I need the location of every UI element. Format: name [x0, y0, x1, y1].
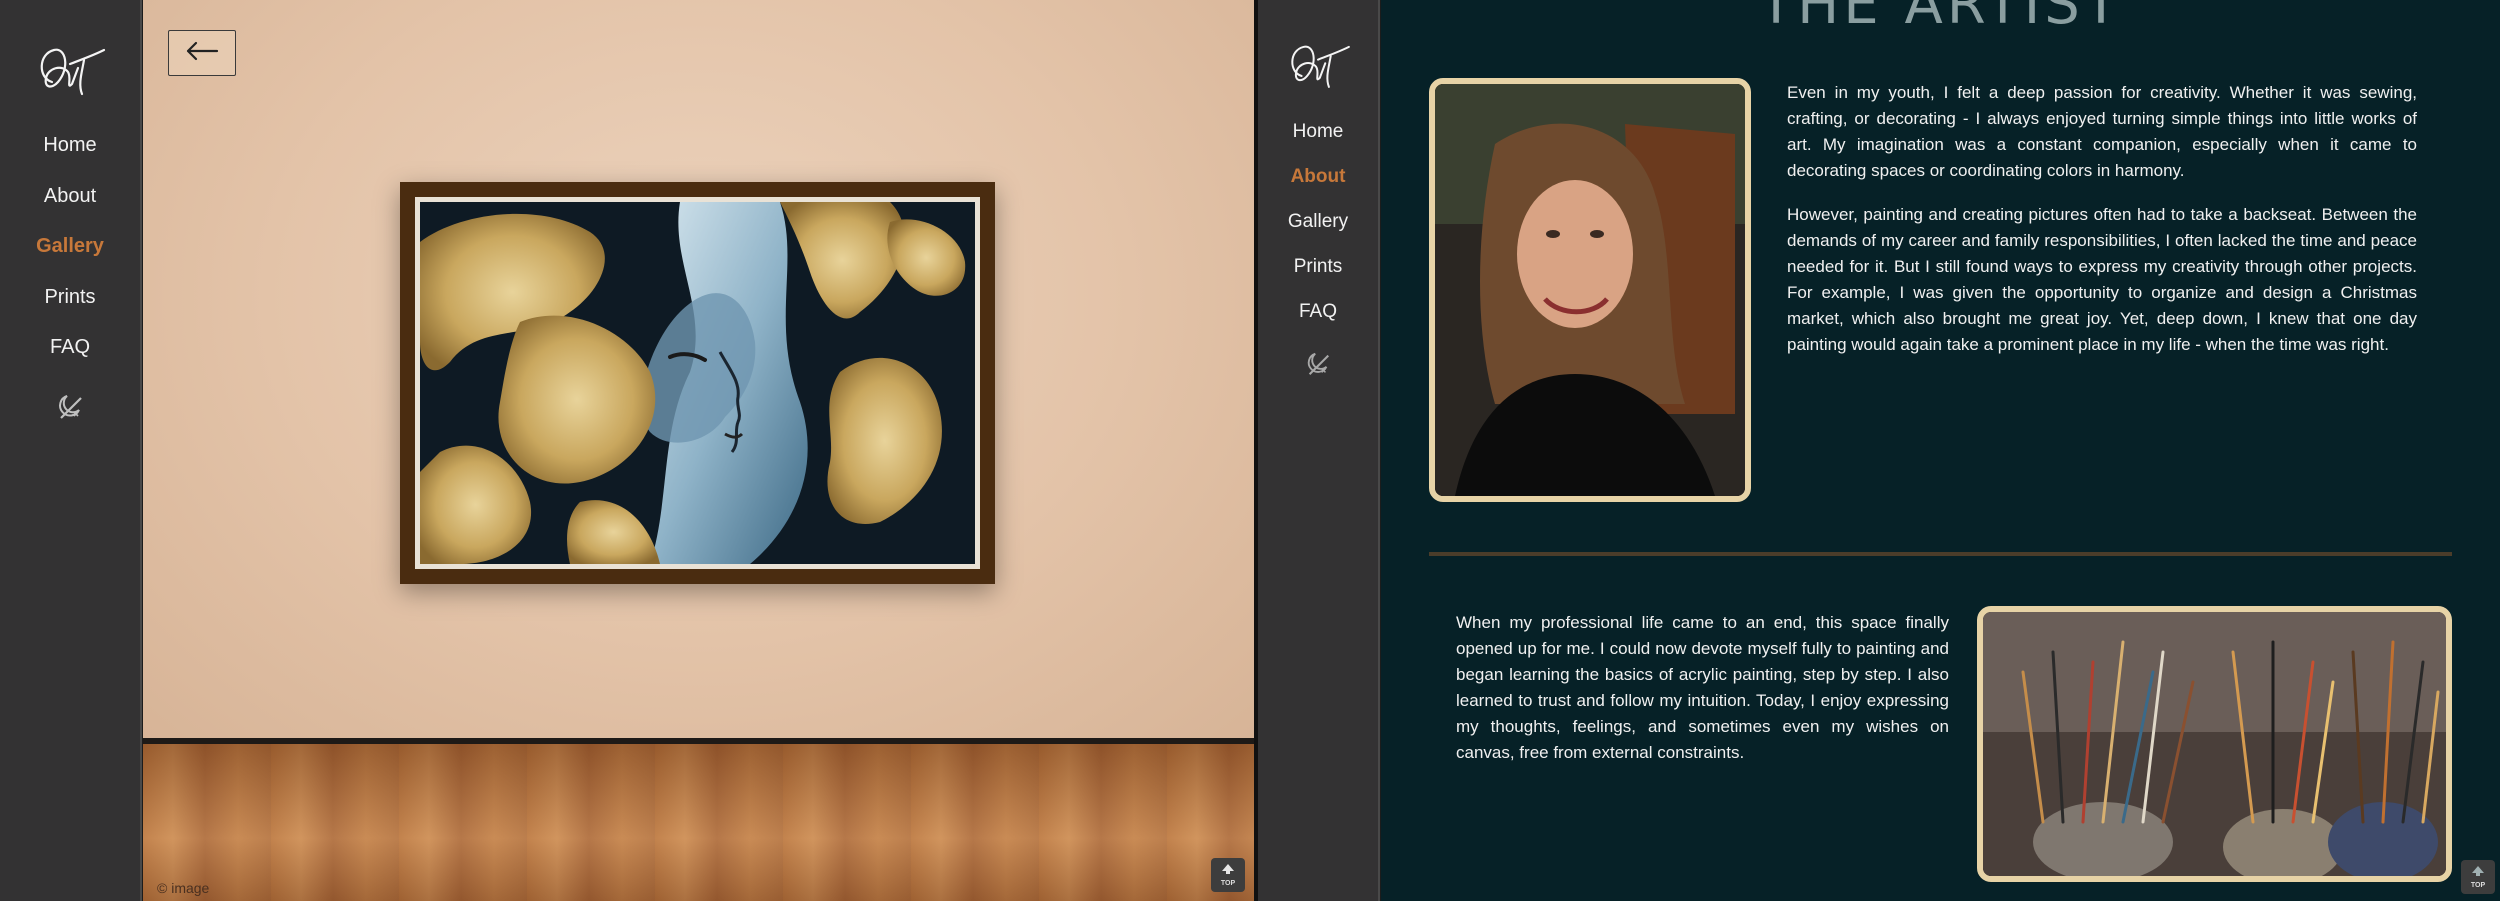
- scroll-top-button[interactable]: TOP: [2461, 860, 2495, 894]
- wooden-floor: [143, 744, 1254, 901]
- nav-item-prints[interactable]: Prints: [0, 286, 140, 309]
- paragraph-youth: Even in my youth, I felt a deep passion …: [1787, 83, 2417, 180]
- signature-logo[interactable]: [32, 38, 108, 109]
- nav-item-about[interactable]: About: [0, 185, 140, 208]
- paragraph-backseat: However, painting and creating pictures …: [1787, 205, 2417, 354]
- painting-artwork: [420, 202, 975, 564]
- sidebar-nav-about: Home About Gallery Prints FAQ: [1258, 0, 1380, 901]
- theme-toggle-icon[interactable]: [55, 392, 85, 427]
- painting-mat: [415, 197, 980, 569]
- artist-portrait: [1429, 78, 1751, 502]
- nav-item-home[interactable]: Home: [1258, 121, 1378, 143]
- scroll-top-label: TOP: [1220, 880, 1236, 887]
- nav-item-gallery[interactable]: Gallery: [1258, 211, 1378, 233]
- about-text-retirement: When my professional life came to an end…: [1456, 610, 1949, 766]
- paragraph-retirement: When my professional life came to an end…: [1456, 613, 1949, 762]
- arrow-left-icon: [185, 41, 219, 66]
- theme-toggle-icon[interactable]: [1304, 350, 1332, 383]
- about-page: THE ARTIST Even in my youth, I felt a de…: [1381, 0, 2500, 901]
- gallery-screen: Home About Gallery Prints FAQ © image TO…: [0, 0, 1254, 901]
- gallery-room: © image TOP: [143, 0, 1254, 901]
- scroll-top-button[interactable]: TOP: [1211, 858, 1245, 892]
- section-divider: [1429, 552, 2452, 556]
- nav-item-faq[interactable]: FAQ: [1258, 301, 1378, 323]
- arrow-up-icon: [2471, 864, 2485, 882]
- page-title: THE ARTIST: [1758, 0, 2123, 37]
- about-text-intro: Even in my youth, I felt a deep passion …: [1787, 80, 2417, 358]
- nav-item-home[interactable]: Home: [0, 134, 140, 157]
- arrow-up-icon: [1221, 862, 1235, 880]
- brushes-photo: [1977, 606, 2452, 882]
- signature-logo[interactable]: [1283, 36, 1353, 101]
- nav-item-prints[interactable]: Prints: [1258, 256, 1378, 278]
- painting-frame[interactable]: [400, 182, 995, 584]
- back-button[interactable]: [168, 30, 236, 76]
- scroll-top-label: TOP: [2470, 882, 2486, 889]
- image-credit: © image: [157, 880, 210, 896]
- sidebar-nav: Home About Gallery Prints FAQ: [0, 0, 142, 901]
- nav-item-faq[interactable]: FAQ: [0, 336, 140, 359]
- nav-item-about[interactable]: About: [1258, 166, 1378, 188]
- nav-item-gallery[interactable]: Gallery: [0, 235, 140, 258]
